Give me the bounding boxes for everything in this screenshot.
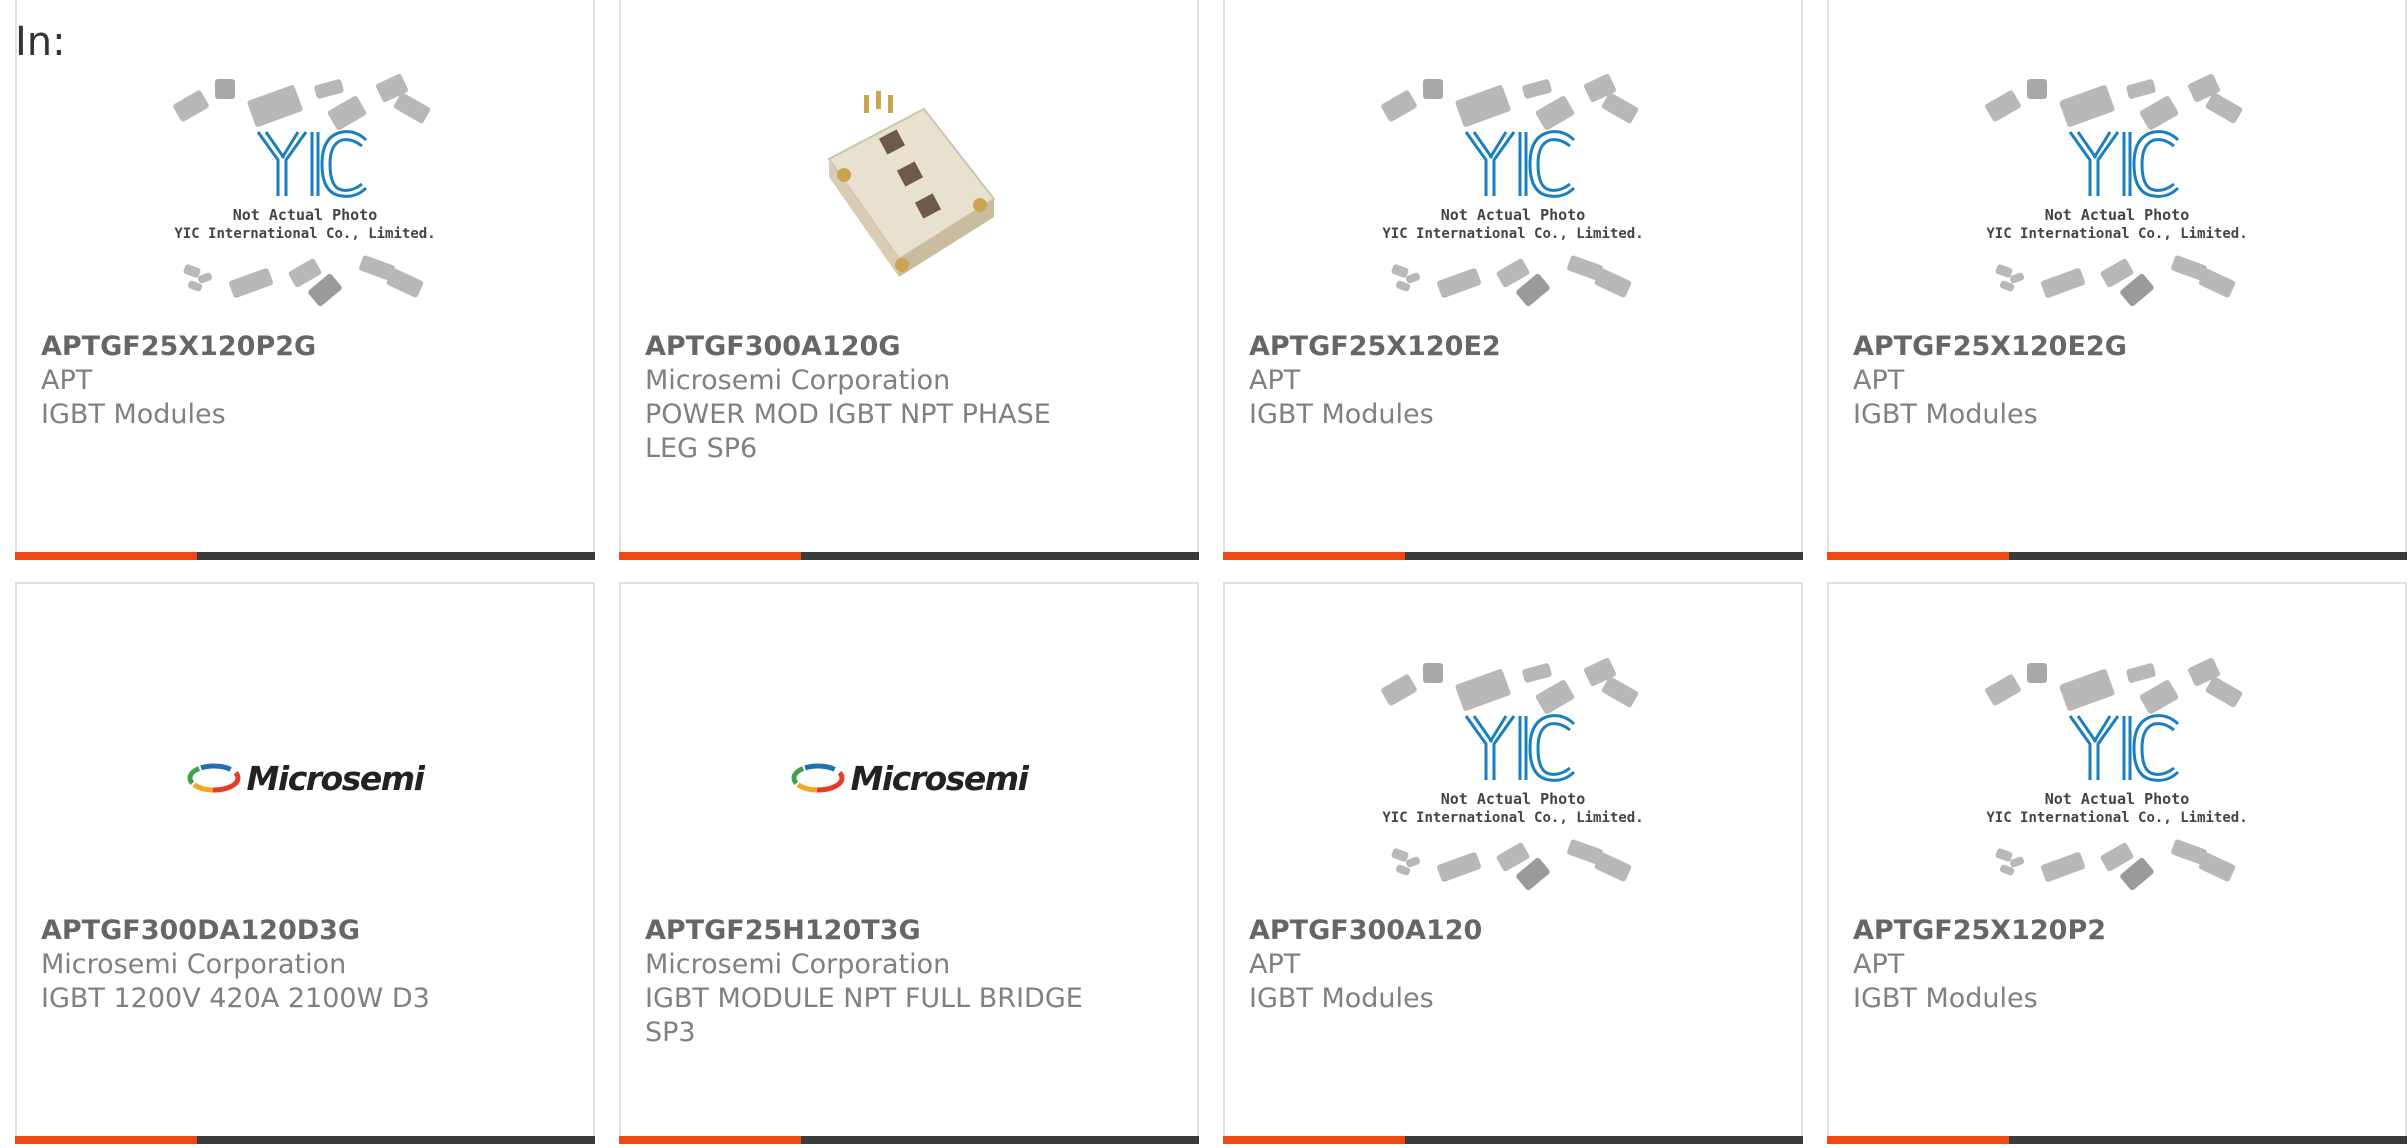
yic-placeholder-logo: Not Actual Photo YIC International Co., L… xyxy=(1982,74,2252,314)
placeholder-caption-line1: Not Actual Photo xyxy=(1441,206,1586,224)
card-bottom-bar xyxy=(619,552,1199,560)
card-accent-bar xyxy=(619,552,801,560)
product-card[interactable]: Not Actual Photo YIC International Co., L… xyxy=(1223,582,1803,1144)
card-bottom-bar xyxy=(1827,552,2407,560)
card-bottom-bar xyxy=(619,1136,1199,1144)
placeholder-caption-line1: Not Actual Photo xyxy=(2045,206,2190,224)
card-bottom-bar xyxy=(1223,552,1803,560)
product-info: APTGF25H120T3G Microsemi Corporation IGB… xyxy=(645,914,1173,1050)
product-image: Not Actual Photo YIC International Co., L… xyxy=(1829,654,2405,902)
description: IGBT MODULE NPT FULL BRIDGE SP3 xyxy=(645,983,1083,1048)
manufacturer: APT xyxy=(1249,949,1301,980)
product-image: Microsemi xyxy=(17,654,593,902)
placeholder-caption-line2: YIC International Co., Limited. xyxy=(1382,810,1643,826)
part-number[interactable]: APTGF25X120E2G xyxy=(1853,330,2381,364)
product-info: APTGF25X120P2G APT IGBT Modules xyxy=(41,330,569,432)
manufacturer: APT xyxy=(1249,365,1301,396)
placeholder-caption-line1: Not Actual Photo xyxy=(2045,790,2190,808)
part-number[interactable]: APTGF25X120P2 xyxy=(1853,914,2381,948)
part-number[interactable]: APTGF300A120G xyxy=(645,330,1173,364)
product-card[interactable]: APTGF300A120G Microsemi Corporation POWE… xyxy=(619,0,1199,560)
manufacturer: APT xyxy=(41,365,93,396)
in-label: In: xyxy=(15,19,66,65)
microsemi-wordmark: Microsemi xyxy=(850,758,1029,798)
product-image: Not Actual Photo YIC International Co., L… xyxy=(1225,654,1801,902)
product-card[interactable]: Not Actual Photo YIC International Co., L… xyxy=(1223,0,1803,560)
card-accent-bar xyxy=(15,552,197,560)
yic-placeholder-logo: Not Actual Photo YIC International Co., L… xyxy=(1982,658,2252,898)
microsemi-wordmark: Microsemi xyxy=(246,758,425,798)
product-grid: Not Actual Photo YIC International Co., L… xyxy=(15,0,2408,1144)
card-accent-bar xyxy=(1827,552,2009,560)
microsemi-logo: Microsemi xyxy=(187,758,425,798)
swirl-icon xyxy=(791,763,845,793)
placeholder-caption-line1: Not Actual Photo xyxy=(233,206,378,224)
yic-placeholder-logo: Not Actual Photo YIC International Co., L… xyxy=(170,74,440,314)
description: IGBT Modules xyxy=(1249,983,1434,1014)
description: IGBT Modules xyxy=(1853,399,2038,430)
card-accent-bar xyxy=(1827,1136,2009,1144)
product-image xyxy=(621,70,1197,318)
swirl-icon xyxy=(187,763,241,793)
description: POWER MOD IGBT NPT PHASE LEG SP6 xyxy=(645,399,1051,464)
card-bottom-bar xyxy=(1223,1136,1803,1144)
placeholder-caption-line1: Not Actual Photo xyxy=(1441,790,1586,808)
manufacturer: Microsemi Corporation xyxy=(645,365,951,396)
card-bottom-bar xyxy=(1827,1136,2407,1144)
description: IGBT Modules xyxy=(41,399,226,430)
product-info: APTGF25X120E2G APT IGBT Modules xyxy=(1853,330,2381,432)
product-info: APTGF300A120G Microsemi Corporation POWE… xyxy=(645,330,1173,466)
product-info: APTGF300DA120D3G Microsemi Corporation I… xyxy=(41,914,569,1016)
microsemi-logo: Microsemi xyxy=(791,758,1029,798)
manufacturer: Microsemi Corporation xyxy=(645,949,951,980)
product-image: Microsemi xyxy=(621,654,1197,902)
yic-placeholder-logo: Not Actual Photo YIC International Co., L… xyxy=(1378,658,1648,898)
part-number[interactable]: APTGF25X120P2G xyxy=(41,330,569,364)
placeholder-caption-line2: YIC International Co., Limited. xyxy=(1986,226,2247,242)
placeholder-caption-line2: YIC International Co., Limited. xyxy=(174,226,435,242)
card-accent-bar xyxy=(15,1136,197,1144)
product-info: APTGF300A120 APT IGBT Modules xyxy=(1249,914,1777,1016)
product-card[interactable]: Not Actual Photo YIC International Co., L… xyxy=(1827,0,2407,560)
description: IGBT Modules xyxy=(1249,399,1434,430)
product-card[interactable]: Microsemi APTGF25H120T3G Microsemi Corpo… xyxy=(619,582,1199,1144)
product-image: Not Actual Photo YIC International Co., L… xyxy=(1225,70,1801,318)
card-accent-bar xyxy=(619,1136,801,1144)
igbt-module-photo xyxy=(804,89,1014,299)
product-image: Not Actual Photo YIC International Co., L… xyxy=(1829,70,2405,318)
card-bottom-bar xyxy=(15,1136,595,1144)
manufacturer: APT xyxy=(1853,949,1905,980)
part-number[interactable]: APTGF300DA120D3G xyxy=(41,914,569,948)
description: IGBT Modules xyxy=(1853,983,2038,1014)
placeholder-caption-line2: YIC International Co., Limited. xyxy=(1382,226,1643,242)
product-image: Not Actual Photo YIC International Co., L… xyxy=(17,70,593,318)
product-card[interactable]: Not Actual Photo YIC International Co., L… xyxy=(1827,582,2407,1144)
placeholder-caption-line2: YIC International Co., Limited. xyxy=(1986,810,2247,826)
part-number[interactable]: APTGF25X120E2 xyxy=(1249,330,1777,364)
product-info: APTGF25X120E2 APT IGBT Modules xyxy=(1249,330,1777,432)
card-accent-bar xyxy=(1223,552,1405,560)
card-accent-bar xyxy=(1223,1136,1405,1144)
card-bottom-bar xyxy=(15,552,595,560)
yic-placeholder-logo: Not Actual Photo YIC International Co., L… xyxy=(1378,74,1648,314)
part-number[interactable]: APTGF300A120 xyxy=(1249,914,1777,948)
manufacturer: Microsemi Corporation xyxy=(41,949,347,980)
part-number[interactable]: APTGF25H120T3G xyxy=(645,914,1173,948)
product-card[interactable]: Not Actual Photo YIC International Co., L… xyxy=(15,0,595,560)
description: IGBT 1200V 420A 2100W D3 xyxy=(41,983,430,1014)
product-card[interactable]: Microsemi APTGF300DA120D3G Microsemi Cor… xyxy=(15,582,595,1144)
manufacturer: APT xyxy=(1853,365,1905,396)
product-info: APTGF25X120P2 APT IGBT Modules xyxy=(1853,914,2381,1016)
